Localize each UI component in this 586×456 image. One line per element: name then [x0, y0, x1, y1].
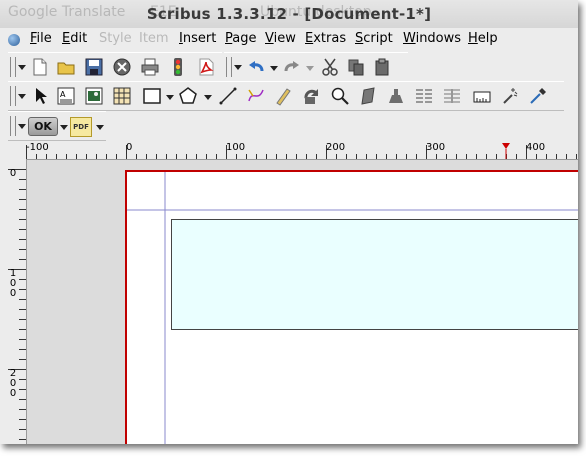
freehand-line-icon[interactable] — [274, 86, 294, 106]
vertical-ruler[interactable]: 0 1 0 0 2 0 0 — [6, 159, 27, 444]
toolbar-menu-arrow[interactable] — [234, 65, 242, 70]
file-toolbar — [8, 52, 222, 82]
menu-style[interactable]: Style — [99, 31, 132, 46]
ruler-label: 400 — [526, 142, 546, 153]
polygon-icon[interactable] — [178, 86, 198, 106]
menu-script[interactable]: Script — [355, 31, 393, 46]
cut-icon[interactable] — [320, 57, 340, 77]
menu-insert-rest: nsert — [182, 31, 217, 46]
undo-icon[interactable] — [246, 57, 266, 77]
edit-text-icon[interactable] — [386, 86, 406, 106]
ruler-origin-corner[interactable] — [6, 141, 27, 160]
export-pdf-icon[interactable] — [196, 57, 216, 77]
ruler-label: 0 — [9, 168, 17, 179]
pdf-annotation-icon[interactable]: PDF — [70, 117, 92, 137]
ruler-label: -100 — [26, 142, 49, 153]
menu-help[interactable]: Help — [468, 31, 498, 46]
eyedropper-icon[interactable] — [528, 86, 548, 106]
toolbar-grip[interactable] — [10, 86, 16, 106]
rotate-item-icon[interactable] — [302, 86, 322, 106]
tools-toolbar: A — [8, 81, 564, 111]
shape-dropdown-arrow[interactable] — [166, 95, 174, 100]
save-icon[interactable] — [84, 57, 104, 77]
undo-dropdown-arrow[interactable] — [270, 66, 278, 71]
redo-icon[interactable] — [282, 57, 302, 77]
pdf-field-dropdown-arrow[interactable] — [60, 125, 68, 130]
menu-edit[interactable]: Edit — [62, 31, 87, 46]
image-frame-icon[interactable] — [84, 86, 104, 106]
menu-help-rest: elp — [477, 31, 498, 46]
polygon-dropdown-arrow[interactable] — [204, 95, 212, 100]
preflight-traffic-light-icon[interactable] — [168, 57, 188, 77]
ruler-label: 100 — [226, 142, 246, 153]
toolbar-menu-arrow[interactable] — [18, 65, 26, 70]
toolbar-grip[interactable] — [226, 57, 232, 77]
measurements-icon[interactable] — [472, 86, 492, 106]
new-document-icon[interactable] — [30, 57, 50, 77]
text-frame-icon[interactable]: A — [56, 86, 76, 106]
menu-file-rest: ile — [36, 31, 52, 46]
menu-bar: File Edit Style Item Insert Page View Ex… — [0, 28, 578, 50]
pdf-push-button-icon[interactable]: OK — [28, 117, 58, 136]
menu-file[interactable]: File — [30, 31, 52, 46]
text-frame — [171, 219, 578, 330]
redo-dropdown-arrow[interactable] — [306, 66, 314, 71]
copy-icon[interactable] — [346, 57, 366, 77]
print-icon[interactable] — [140, 57, 160, 77]
edit-toolbar — [224, 52, 408, 82]
menu-windows-rest: indows — [415, 31, 462, 46]
menu-insert[interactable]: Insert — [179, 31, 216, 46]
horizontal-ruler[interactable]: -100 0 100 200 300 400 — [26, 141, 578, 160]
pdf-annotation-dropdown-arrow[interactable] — [96, 125, 104, 130]
menu-view[interactable]: View — [265, 31, 296, 46]
menu-page[interactable]: Page — [225, 31, 256, 46]
zoom-icon[interactable] — [330, 86, 350, 106]
rectangle-shape-icon[interactable] — [142, 86, 162, 106]
page-guides — [125, 170, 578, 444]
paste-icon[interactable] — [372, 57, 392, 77]
pdf-tools-toolbar: OK PDF — [8, 111, 106, 141]
toolbar-grip[interactable] — [10, 57, 16, 77]
ruler-label: 0 — [126, 142, 133, 153]
line-icon[interactable] — [218, 86, 238, 106]
toolbar-menu-arrow[interactable] — [18, 94, 26, 99]
toolbar-menu-arrow[interactable] — [18, 124, 26, 129]
menu-extras-rest: xtras — [313, 31, 347, 46]
menu-item[interactable]: Item — [139, 31, 169, 46]
close-document-icon[interactable] — [112, 57, 132, 77]
select-pointer-icon[interactable] — [30, 86, 50, 106]
menu-view-rest: iew — [273, 31, 296, 46]
ruler-label: 200 — [326, 142, 346, 153]
scribus-app-icon — [8, 34, 20, 46]
bezier-curve-icon[interactable] — [246, 86, 266, 106]
edit-contents-icon[interactable] — [358, 86, 378, 106]
menu-extras[interactable]: Extras — [305, 31, 346, 46]
vertical-ruler-ticks — [8, 169, 26, 440]
unlink-text-frames-icon[interactable] — [442, 86, 462, 106]
title-bar: Google Translate E1E Ubuntu desktop Scri… — [0, 0, 578, 28]
ruler-position-marker — [502, 143, 510, 149]
svg-text:A: A — [60, 90, 66, 99]
menu-windows[interactable]: Windows — [403, 31, 461, 46]
menu-script-rest: cript — [363, 31, 393, 46]
link-text-frames-icon[interactable] — [414, 86, 434, 106]
table-icon[interactable] — [112, 86, 132, 106]
document-page[interactable] — [125, 170, 578, 444]
eyedropper-wand-icon[interactable] — [500, 86, 520, 106]
menu-page-rest: age — [232, 31, 257, 46]
window-title: Scribus 1.3.3.12 - [Document-1*] — [146, 5, 432, 23]
document-canvas[interactable] — [27, 160, 578, 444]
ruler-label: 1 0 0 — [9, 268, 17, 299]
menu-edit-rest: dit — [70, 31, 88, 46]
ruler-label: 300 — [426, 142, 446, 153]
open-folder-icon[interactable] — [56, 57, 76, 77]
toolbar-grip[interactable] — [10, 116, 16, 136]
scribus-window: Google Translate E1E Ubuntu desktop Scri… — [0, 0, 578, 444]
ruler-label: 2 0 0 — [9, 368, 17, 399]
horizontal-ruler-ticks — [26, 143, 577, 159]
